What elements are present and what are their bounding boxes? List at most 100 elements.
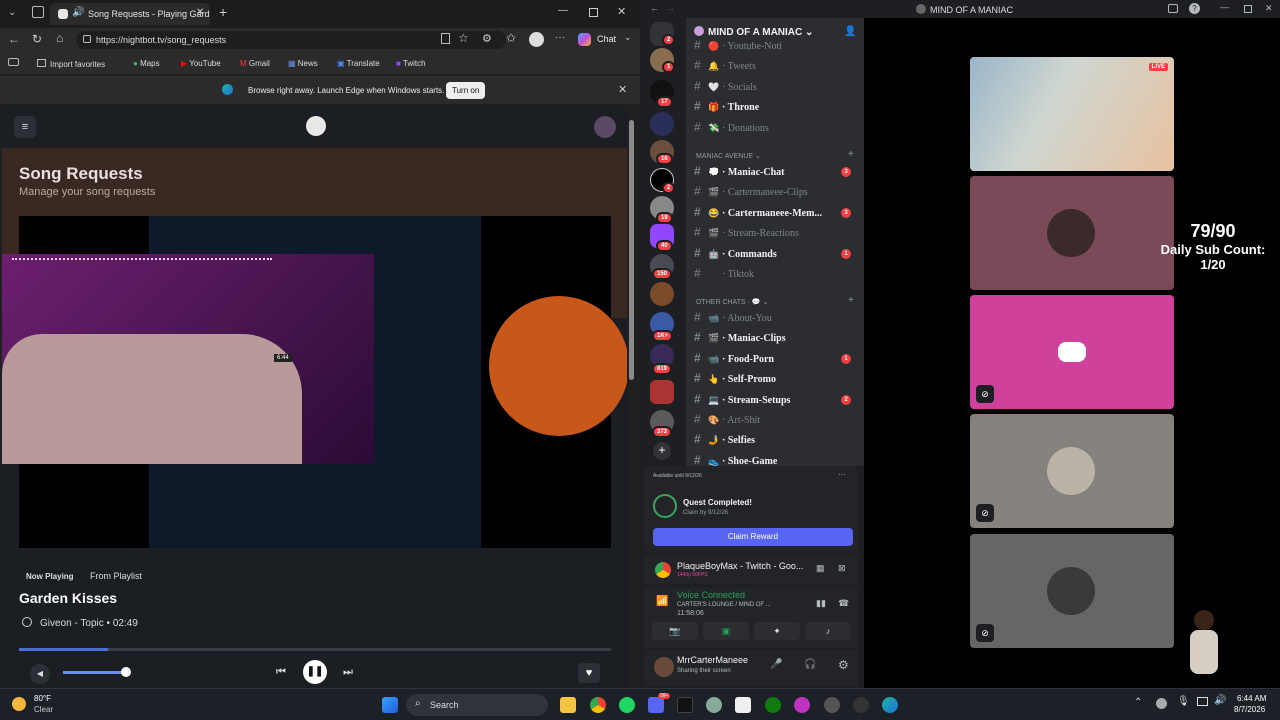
gift-icon[interactable]: ▦	[816, 563, 825, 574]
app-icon[interactable]	[853, 697, 869, 713]
chat-chevron-icon[interactable]: ⌄	[624, 32, 632, 43]
activity-row[interactable]: PlaqueBoyMax - Twitch - Goo... 1440p 60F…	[644, 556, 858, 584]
channel-item[interactable]: # 👆 · Self-Promo	[694, 371, 859, 389]
shield-icon[interactable]	[706, 697, 722, 713]
tab-song-requests[interactable]: 🔊 Song Requests - Playing Garden Kisses	[50, 3, 210, 25]
fav-youtube[interactable]: ▶ YouTube	[181, 59, 221, 68]
channel-item[interactable]: # 😂 · Cartermaneee-Mem... 3	[694, 205, 859, 223]
next-track-icon[interactable]: ⏭	[343, 666, 353, 679]
add-friend-icon[interactable]: 👤	[844, 26, 856, 37]
soundboard-button[interactable]: ♪	[805, 622, 851, 640]
page-scrollbar[interactable]	[627, 106, 637, 688]
more-options-icon[interactable]: ···	[555, 32, 565, 43]
headphones-icon[interactable]: 🎧	[804, 659, 816, 670]
favorites-icon[interactable]: ✩	[506, 31, 516, 45]
channel-item[interactable]: # · Tiktok	[694, 266, 859, 284]
channel-item[interactable]: # 🤳 · Selfies	[694, 432, 859, 450]
help-icon[interactable]: ?	[1189, 3, 1200, 14]
clock-time[interactable]: 6:44 AM	[1237, 694, 1266, 703]
fav-gmail[interactable]: M Gmail	[240, 59, 270, 68]
claim-reward-button[interactable]: Claim Reward	[653, 528, 853, 546]
file-explorer-icon[interactable]	[560, 697, 576, 713]
spotify-icon[interactable]	[619, 697, 635, 713]
chat-button[interactable]: Chat	[597, 34, 616, 44]
tray-chevron-icon[interactable]: ⌃	[1134, 697, 1142, 708]
server-icon[interactable]	[650, 282, 674, 306]
participant-tile[interactable]	[970, 176, 1174, 290]
back-icon[interactable]: ←	[8, 32, 20, 46]
fav-twitch[interactable]: ■ Twitch	[396, 59, 426, 68]
discord-back-icon[interactable]: ←	[650, 3, 659, 13]
user-avatar[interactable]	[594, 116, 616, 138]
c-app-icon[interactable]	[794, 697, 810, 713]
channel-item[interactable]: # 🔴 · Youtube-Noti	[694, 38, 859, 56]
progress-track[interactable]	[19, 648, 611, 651]
fav-translate[interactable]: ▣ Translate	[337, 59, 380, 68]
tab-list-chevron-icon[interactable]: ⌄	[8, 7, 16, 18]
close-window-icon[interactable]: ✕	[617, 5, 626, 18]
channel-item[interactable]: # 🤍 · Socials	[694, 79, 859, 97]
volume-knob[interactable]	[121, 667, 131, 677]
server-icon[interactable]	[650, 380, 674, 404]
discord-taskbar-icon[interactable]	[648, 697, 664, 713]
fav-maps[interactable]: ● Maps	[133, 59, 160, 68]
like-button[interactable]: ♥	[578, 663, 600, 683]
participant-tile[interactable]: ⊘	[970, 295, 1174, 409]
refresh-icon[interactable]: ↻	[32, 32, 42, 46]
tray-mic-icon[interactable]: 🎙	[1177, 696, 1190, 707]
obs-icon[interactable]	[824, 697, 840, 713]
stream-tile[interactable]: LIVE	[970, 57, 1174, 171]
channel-item[interactable]: # 💸 · Donations	[694, 120, 859, 138]
inbox-icon[interactable]	[1168, 4, 1178, 13]
turn-on-button[interactable]: Turn on	[446, 82, 486, 99]
participant-tile[interactable]: ⊘	[970, 534, 1174, 648]
category-maniac-avenue[interactable]: MANIAC AVENUE ⌄	[696, 152, 761, 160]
add-channel-icon[interactable]: +	[848, 149, 854, 160]
volume-slider[interactable]	[63, 671, 127, 674]
microphone-icon[interactable]: 🎤	[770, 659, 782, 670]
camera-button[interactable]: 📷	[652, 622, 698, 640]
home-icon[interactable]: ⌂	[56, 31, 63, 45]
category-other-chats[interactable]: OTHER CHATS · 💬 ⌄	[696, 298, 768, 306]
menu-button[interactable]: ≡	[14, 116, 36, 138]
reader-view-icon[interactable]	[441, 33, 450, 44]
channel-item[interactable]: # 👟 · Shoe-Game	[694, 453, 859, 466]
quest-more-icon[interactable]: ···	[838, 470, 846, 479]
maximize-icon[interactable]	[589, 8, 598, 17]
soundboard-icon[interactable]: ▮▮	[816, 598, 826, 609]
discord-maximize-icon[interactable]	[1244, 5, 1252, 13]
channel-item[interactable]: # 🎬 · Cartermaneee-Clips	[694, 184, 859, 202]
user-avatar-discord[interactable]	[654, 657, 674, 677]
xbox-icon[interactable]	[765, 697, 781, 713]
discord-close-icon[interactable]: ✕	[1265, 3, 1273, 14]
discord-forward-icon[interactable]: →	[666, 3, 675, 13]
weather-icon[interactable]	[12, 697, 26, 711]
channel-item[interactable]: # 📹 · Food-Porn 1	[694, 351, 859, 369]
workspaces-icon[interactable]	[32, 6, 44, 18]
volume-icon[interactable]: 🔊	[1214, 695, 1226, 706]
server-icon[interactable]	[650, 112, 674, 136]
tray-app-icon[interactable]	[1156, 698, 1167, 709]
minimize-icon[interactable]: —	[558, 5, 568, 16]
stop-stream-icon[interactable]: ⊠	[838, 563, 846, 574]
profile-avatar[interactable]	[529, 32, 544, 47]
disconnect-icon[interactable]: ☎	[838, 598, 849, 609]
channel-item[interactable]: # 🔔 · Tweets	[694, 58, 859, 76]
channel-item[interactable]: # 🎬 · Stream-Reactions	[694, 225, 859, 243]
g-app-icon[interactable]	[735, 697, 751, 713]
infobar-close-icon[interactable]: ✕	[618, 83, 627, 96]
fav-import[interactable]: Import favorites	[37, 59, 105, 69]
tab-close-icon[interactable]: ✕	[196, 7, 204, 18]
channel-item[interactable]: # 🎨 · Art-Shit	[694, 412, 859, 430]
network-icon[interactable]	[1197, 697, 1208, 706]
extensions-icon[interactable]: ⚙	[482, 32, 492, 45]
settings-gear-icon[interactable]: ⚙	[838, 658, 849, 672]
channel-item[interactable]: # 🤖 · Commands 1	[694, 246, 859, 264]
scroll-thumb[interactable]	[629, 120, 634, 380]
channel-item[interactable]: # 💻 · Stream-Setups 2	[694, 392, 859, 410]
channel-item[interactable]: # 💭 · Maniac-Chat 3	[694, 164, 859, 182]
channel-item[interactable]: # 🎬 · Maniac-Clips	[694, 330, 859, 348]
tiktok-icon[interactable]	[677, 697, 693, 713]
channel-item[interactable]: # 📹 · About-You	[694, 310, 859, 328]
channel-item[interactable]: # 🎁 · Throne	[694, 99, 859, 117]
